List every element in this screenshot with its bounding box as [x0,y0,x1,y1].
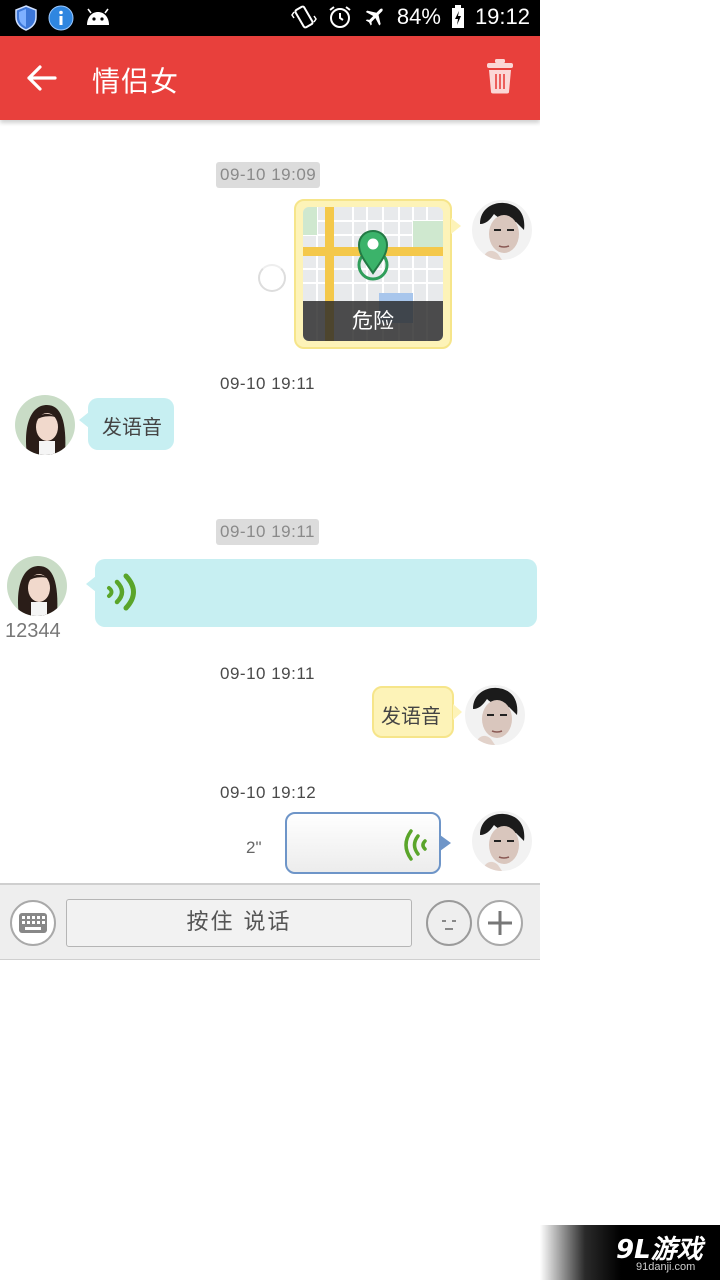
timestamp: 09-10 19:12 [220,783,317,802]
alarm-icon [327,4,353,30]
male-avatar-image [472,200,532,260]
clock-time: 19:12 [474,4,530,29]
emoji-button[interactable] [426,900,472,946]
voice-wave-icon [404,829,427,861]
delete-button[interactable] [486,58,522,98]
keyboard-icon [19,913,47,933]
sender-name: 12344 [5,620,61,642]
watermark: 9L游戏 91danji.com [540,1225,720,1280]
message-bubble[interactable]: 发语音 [88,398,174,450]
info-icon [48,5,74,31]
message-text: 发语音 [102,415,162,439]
self-avatar[interactable] [472,200,532,260]
bubble-tail [451,218,461,234]
location-label: 危险 [303,301,443,341]
airplane-icon [363,5,387,29]
message-text: 发语音 [381,704,441,728]
male-avatar-image [472,811,532,871]
female-avatar-image [15,395,75,455]
timestamp: 09-10 19:09 [216,162,321,188]
timestamp: 09-10 19:11 [220,374,315,393]
plus-icon [488,911,512,935]
voice-duration: 2" [246,838,262,857]
bubble-tail [440,835,451,851]
voice-message-bubble[interactable] [285,812,441,874]
vibrate-icon [290,4,317,30]
back-button[interactable] [22,58,62,98]
female-avatar-image [7,556,67,616]
battery-percent: 84% [396,4,441,29]
input-bar: 按住 说话 [0,883,540,960]
keyboard-button[interactable] [10,900,56,946]
chat-title: 情侣女 [92,65,180,98]
message-bubble[interactable]: 发语音 [372,686,454,738]
back-arrow-icon [27,65,57,91]
chat-screen: 84% 19:12 情侣女 09-10 19:09 危险 09-10 19:11… [0,0,540,960]
emoji-icon [442,920,456,930]
add-button[interactable] [477,900,523,946]
sending-spinner [258,264,286,292]
map-thumbnail[interactable]: 危险 [303,207,443,341]
self-avatar[interactable] [472,811,532,871]
battery-icon [451,5,465,29]
voice-message-bubble[interactable] [95,559,537,627]
android-icon [84,7,112,29]
trash-icon [487,59,513,94]
timestamp: 09-10 19:11 [216,519,319,545]
bubble-tail [453,704,462,720]
watermark-site: 91danji.com [636,1261,696,1273]
timestamp: 09-10 19:11 [220,664,315,683]
contact-avatar[interactable] [7,556,67,616]
app-bar: 情侣女 [0,36,540,120]
voice-wave-icon [107,573,136,611]
status-bar: 84% 19:12 [0,0,540,36]
male-avatar-image [465,685,525,745]
shield-icon [14,5,38,31]
hold-to-talk-button[interactable]: 按住 说话 [66,899,412,947]
self-avatar[interactable] [465,685,525,745]
contact-avatar[interactable] [15,395,75,455]
